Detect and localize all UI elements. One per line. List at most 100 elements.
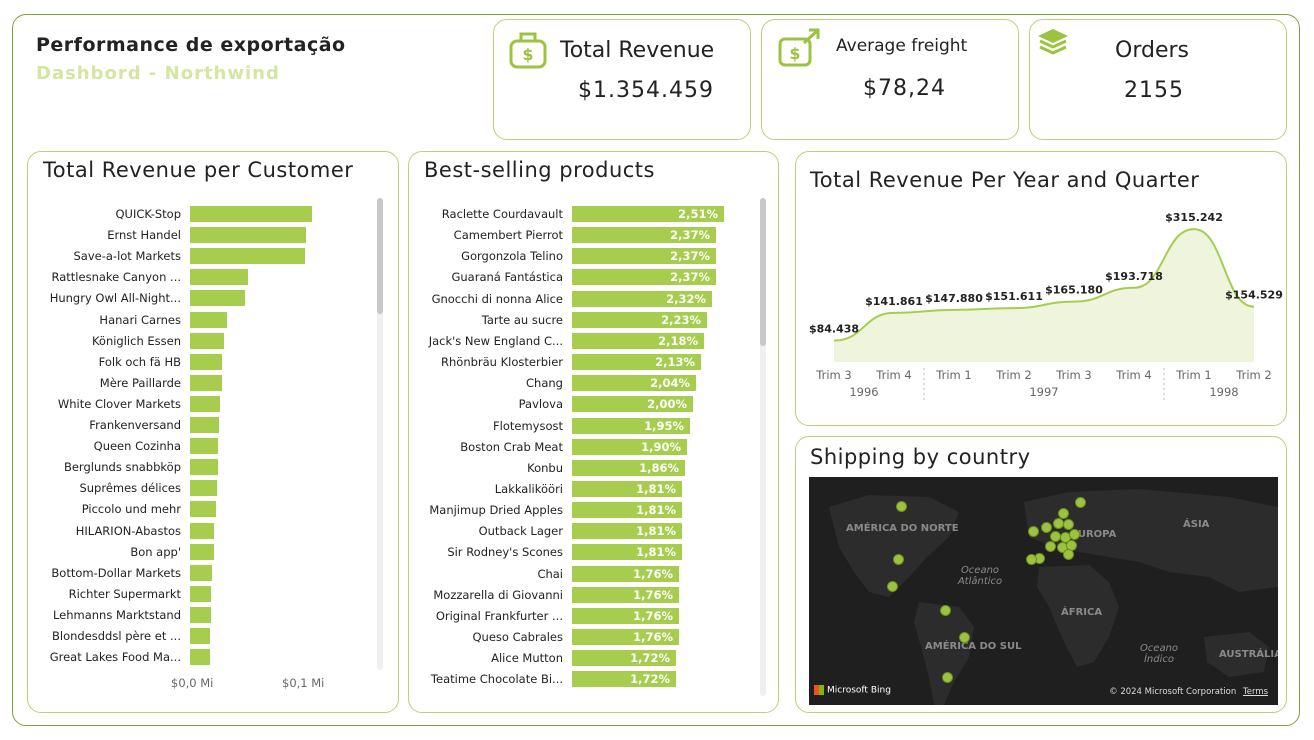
map-dot-usa-central[interactable] bbox=[893, 554, 904, 565]
customer-revenue-bar[interactable] bbox=[190, 332, 224, 349]
customer-revenue-bar[interactable] bbox=[190, 628, 210, 644]
customer-revenue-bar[interactable] bbox=[190, 606, 211, 623]
customer-bar-row[interactable]: Königlich Essen bbox=[28, 332, 368, 351]
map-dot-uk[interactable] bbox=[1041, 522, 1052, 533]
product-share-bar[interactable]: 1,72% bbox=[572, 671, 676, 688]
product-share-bar[interactable]: 2,04% bbox=[572, 375, 696, 392]
kpi-orders-card[interactable]: Orders 2155 bbox=[1029, 19, 1287, 140]
product-bar-row[interactable]: Queso Cabrales 1,76% bbox=[409, 629, 749, 647]
map-terms-link[interactable]: Terms bbox=[1243, 687, 1268, 697]
map-dot-poland[interactable] bbox=[1069, 529, 1080, 540]
product-bar-row[interactable]: Mozzarella di Giovanni 1,76% bbox=[409, 586, 749, 605]
product-share-bar[interactable]: 2,37% bbox=[572, 269, 716, 286]
customer-bar-row[interactable]: Piccolo und mehr bbox=[28, 501, 368, 519]
customer-scrollbar-thumb[interactable] bbox=[377, 198, 383, 314]
world-map[interactable]: AMÉRICA DO NORTE ÁSIA EUROPA Oceano Atlâ… bbox=[809, 477, 1278, 705]
product-share-bar[interactable]: 1,76% bbox=[572, 607, 679, 624]
customer-revenue-bar[interactable] bbox=[190, 585, 211, 602]
map-dot-ireland[interactable] bbox=[1028, 526, 1039, 537]
product-share-bar[interactable]: 1,76% bbox=[572, 629, 679, 645]
product-bar-row[interactable]: Chai 1,76% bbox=[409, 565, 749, 584]
customer-bar-row[interactable]: Ernst Handel bbox=[28, 227, 368, 245]
kpi-total-revenue-card[interactable]: $ Total Revenue $1.354.459 bbox=[493, 19, 751, 140]
customer-scrollbar[interactable] bbox=[377, 198, 383, 670]
kpi-average-freight-card[interactable]: $ Average freight $78,24 bbox=[761, 19, 1019, 140]
product-share-bar[interactable]: 1,90% bbox=[572, 438, 687, 455]
customer-bar-row[interactable]: Richter Supermarkt bbox=[28, 585, 368, 604]
product-share-bar[interactable]: 2,13% bbox=[572, 354, 701, 371]
customer-bar-row[interactable]: Lehmanns Marktstand bbox=[28, 606, 368, 625]
product-share-bar[interactable]: 1,81% bbox=[572, 544, 682, 561]
product-bar-row[interactable]: Guaraná Fantástica 2,37% bbox=[409, 269, 749, 287]
product-bar-row[interactable]: Chang 2,04% bbox=[409, 375, 749, 393]
map-dot-argentina[interactable] bbox=[942, 672, 953, 683]
product-bar-row[interactable]: Konbu 1,86% bbox=[409, 459, 749, 478]
product-bar-row[interactable]: Jack's New England C... 2,18% bbox=[409, 332, 749, 351]
customer-revenue-bar[interactable] bbox=[190, 564, 212, 581]
customer-revenue-bar[interactable] bbox=[190, 311, 227, 328]
product-bar-row[interactable]: Manjimup Dried Apples 1,81% bbox=[409, 502, 749, 520]
customer-bar-row[interactable]: Blondesddsl père et ... bbox=[28, 628, 368, 646]
product-bar-row[interactable]: Boston Crab Meat 1,90% bbox=[409, 438, 749, 457]
product-share-bar[interactable]: 1,81% bbox=[572, 480, 682, 497]
product-bar-row[interactable]: Sir Rodney's Scones 1,81% bbox=[409, 544, 749, 562]
customer-revenue-bar[interactable] bbox=[190, 480, 217, 497]
customer-bar-row[interactable]: Bon app' bbox=[28, 543, 368, 562]
customer-revenue-bar[interactable] bbox=[190, 522, 214, 539]
customer-revenue-bar[interactable] bbox=[190, 374, 222, 391]
customer-revenue-bar[interactable] bbox=[190, 543, 214, 560]
customer-bar-row[interactable]: Rattlesnake Canyon ... bbox=[28, 269, 368, 287]
customer-bar-row[interactable]: Frankenversand bbox=[28, 417, 368, 435]
map-dot-portugal[interactable] bbox=[1026, 554, 1037, 565]
map-dot-denmark[interactable] bbox=[1053, 518, 1064, 529]
product-share-bar[interactable]: 1,76% bbox=[572, 565, 679, 582]
product-share-bar[interactable]: 2,00% bbox=[572, 396, 693, 413]
map-dot-italy[interactable] bbox=[1063, 549, 1074, 560]
product-bar-row[interactable]: Camembert Pierrot 2,37% bbox=[409, 227, 749, 245]
map-dot-france[interactable] bbox=[1045, 541, 1056, 552]
product-share-bar[interactable]: 2,23% bbox=[572, 311, 707, 328]
products-scrollbar[interactable] bbox=[760, 198, 766, 696]
customer-bar-row[interactable]: Suprêmes délices bbox=[28, 480, 368, 498]
product-share-bar[interactable]: 2,51% bbox=[572, 206, 724, 222]
product-share-bar[interactable]: 2,32% bbox=[572, 290, 712, 307]
customer-revenue-bar[interactable] bbox=[190, 290, 245, 307]
map-dot-brazil[interactable] bbox=[959, 632, 970, 643]
customer-revenue-bar[interactable] bbox=[190, 227, 306, 244]
customer-revenue-bar[interactable] bbox=[190, 459, 218, 476]
customer-revenue-bar[interactable] bbox=[190, 417, 219, 433]
customer-bar-row[interactable]: Hungry Owl All-Night... bbox=[28, 290, 368, 308]
product-bar-row[interactable]: Teatime Chocolate Bi... 1,72% bbox=[409, 671, 749, 689]
customer-revenue-bar[interactable] bbox=[190, 501, 216, 518]
product-share-bar[interactable]: 1,81% bbox=[572, 502, 682, 519]
customer-bar-row[interactable]: Great Lakes Food Ma... bbox=[28, 649, 368, 667]
customer-bar-row[interactable]: Save-a-lot Markets bbox=[28, 248, 368, 266]
customer-bar-row[interactable]: QUICK-Stop bbox=[28, 206, 368, 224]
product-share-bar[interactable]: 1,81% bbox=[572, 523, 682, 540]
customer-bar-row[interactable]: Queen Cozinha bbox=[28, 438, 368, 456]
product-bar-row[interactable]: Alice Mutton 1,72% bbox=[409, 650, 749, 668]
product-bar-row[interactable]: Pavlova 2,00% bbox=[409, 396, 749, 414]
customer-revenue-bar[interactable] bbox=[190, 395, 220, 412]
customer-bar-row[interactable]: HILARION-Abastos bbox=[28, 522, 368, 541]
map-dot-usa-south[interactable] bbox=[887, 581, 898, 592]
product-share-bar[interactable]: 2,37% bbox=[572, 227, 716, 244]
product-share-bar[interactable]: 1,72% bbox=[572, 650, 676, 667]
customer-revenue-bar[interactable] bbox=[190, 269, 248, 286]
products-scrollbar-thumb[interactable] bbox=[760, 198, 766, 346]
customer-revenue-bar[interactable] bbox=[190, 206, 312, 222]
product-bar-row[interactable]: Lakkalikööri 1,81% bbox=[409, 480, 749, 499]
customer-revenue-bar[interactable] bbox=[190, 438, 218, 455]
customer-bar-row[interactable]: White Clover Markets bbox=[28, 395, 368, 414]
product-share-bar[interactable]: 2,18% bbox=[572, 332, 704, 349]
product-bar-row[interactable]: Raclette Courdavault 2,51% bbox=[409, 206, 749, 224]
map-dot-venezuela[interactable] bbox=[940, 605, 951, 616]
product-bar-row[interactable]: Original Frankfurter ... 1,76% bbox=[409, 607, 749, 626]
product-share-bar[interactable]: 2,37% bbox=[572, 248, 716, 265]
customer-bar-row[interactable]: Hanari Carnes bbox=[28, 311, 368, 330]
product-bar-row[interactable]: Flotemysost 1,95% bbox=[409, 417, 749, 436]
product-bar-row[interactable]: Outback Lager 1,81% bbox=[409, 523, 749, 541]
map-dot-usa-northwest[interactable] bbox=[896, 501, 907, 512]
product-share-bar[interactable]: 1,76% bbox=[572, 586, 679, 603]
customer-bar-row[interactable]: Mère Paillarde bbox=[28, 374, 368, 393]
